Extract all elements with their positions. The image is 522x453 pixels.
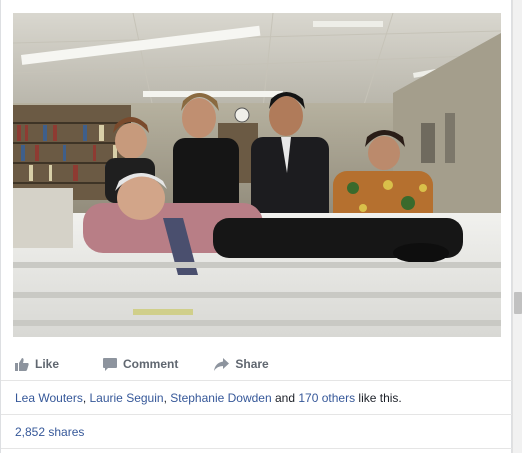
- share-label: Share: [235, 357, 269, 371]
- like-button[interactable]: Like: [15, 349, 59, 379]
- comment-button[interactable]: Comment: [103, 349, 178, 379]
- scrollbar-thumb[interactable]: [514, 292, 522, 314]
- card-divider: [1, 448, 513, 449]
- likes-summary: Lea Wouters , Laurie Seguin , Stephanie …: [1, 380, 513, 414]
- likes-separator-2: ,: [163, 390, 171, 405]
- liker-link-3[interactable]: Stephanie Dowden: [170, 391, 271, 405]
- share-icon: [214, 357, 230, 371]
- post-action-bar: Like Comment Share: [13, 349, 501, 379]
- likes-others-link[interactable]: 170 others: [298, 391, 355, 405]
- shares-summary: 2,852 shares: [1, 414, 513, 448]
- liker-link-1[interactable]: Lea Wouters: [15, 391, 83, 405]
- shares-link[interactable]: 2,852 shares: [15, 425, 84, 439]
- comment-icon: [103, 357, 118, 371]
- comment-label: Comment: [123, 357, 179, 371]
- likes-separator-1: ,: [82, 390, 90, 405]
- like-icon: [15, 357, 29, 371]
- share-button[interactable]: Share: [214, 349, 269, 379]
- page-scrollbar[interactable]: [512, 0, 522, 453]
- post-photo[interactable]: [13, 13, 501, 337]
- like-label: Like: [35, 357, 60, 371]
- post-card: Like Comment Share Lea Wouters , Laurie …: [0, 0, 513, 453]
- likes-suffix: like this.: [355, 390, 402, 405]
- likes-and-text: and: [271, 390, 299, 405]
- liker-link-2[interactable]: Laurie Seguin: [90, 391, 164, 405]
